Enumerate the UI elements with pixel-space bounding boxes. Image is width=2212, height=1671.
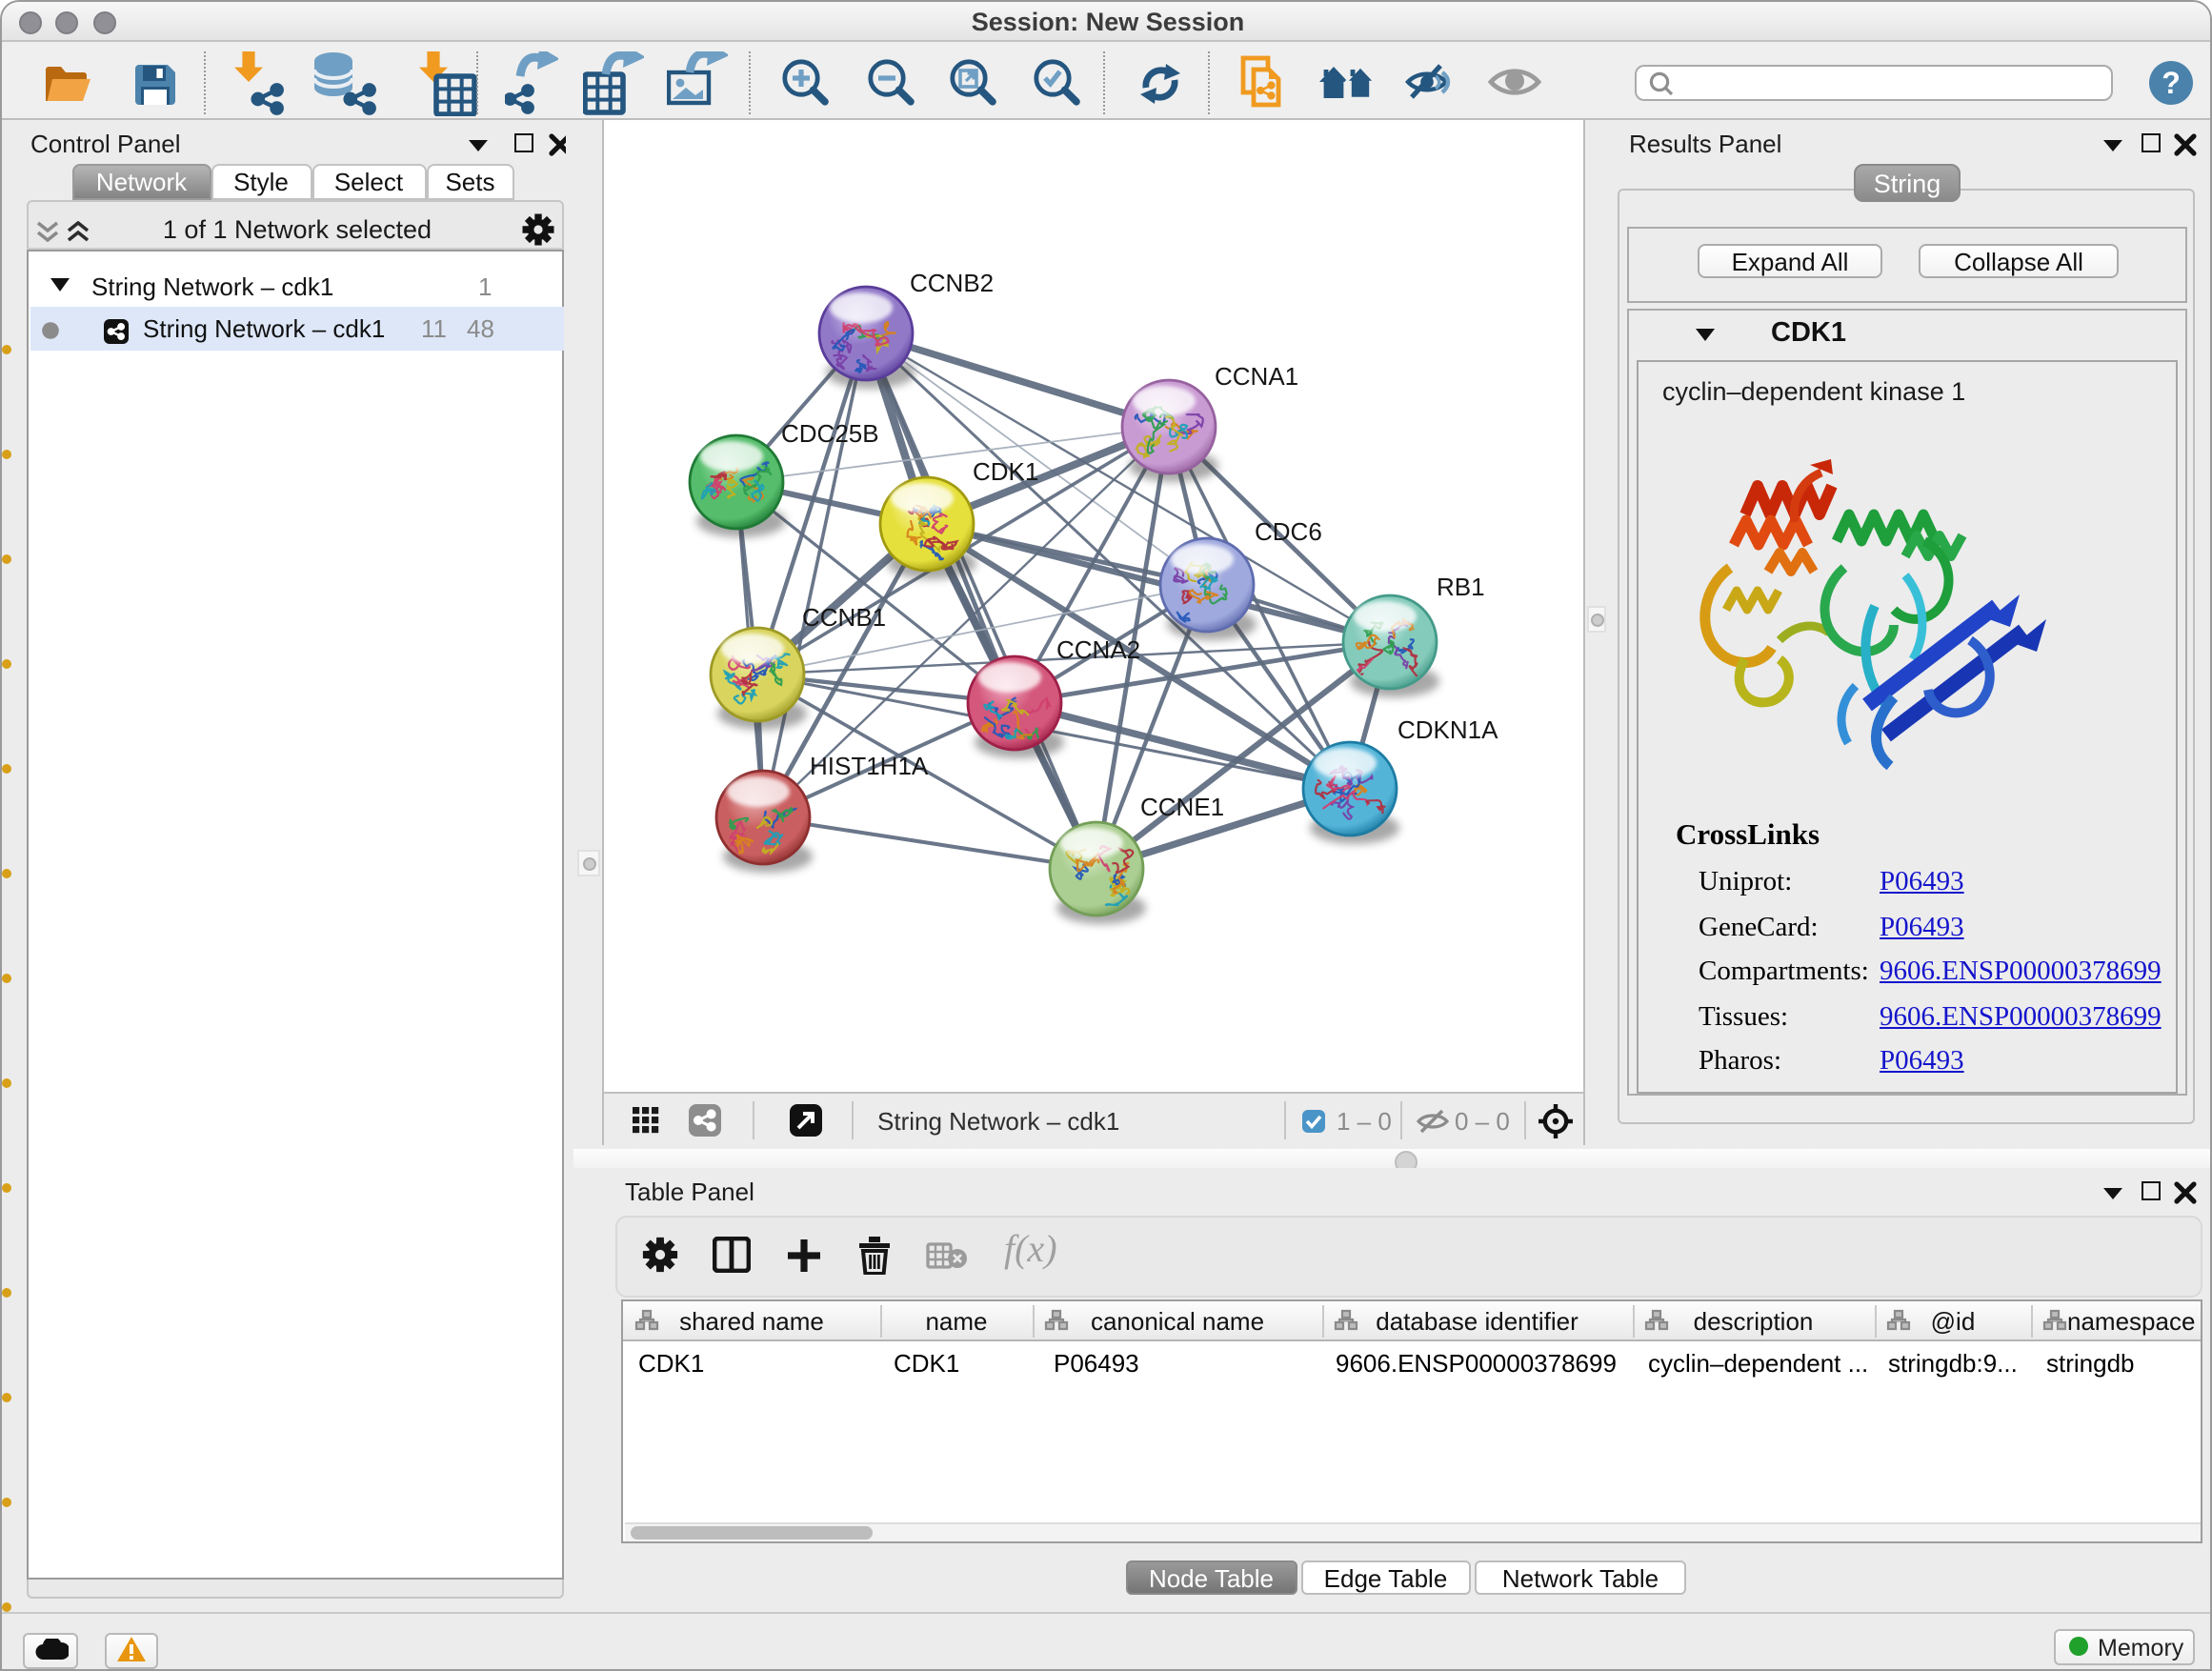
svg-text:CDK1: CDK1 — [972, 457, 1037, 486]
svg-text:HIST1H1A: HIST1H1A — [809, 752, 928, 780]
svg-text:CCNA1: CCNA1 — [1214, 362, 1297, 391]
svg-text:CCNE1: CCNE1 — [1139, 793, 1223, 821]
svg-text:?: ? — [2162, 66, 2181, 100]
svg-text:CDKN1A: CDKN1A — [1397, 715, 1498, 744]
svg-text:CCNB2: CCNB2 — [909, 269, 993, 297]
svg-text:CCNB1: CCNB1 — [801, 603, 885, 632]
svg-text:CDC25B: CDC25B — [780, 419, 878, 448]
svg-text:CDC6: CDC6 — [1254, 517, 1321, 546]
svg-text:CCNA2: CCNA2 — [1056, 635, 1139, 664]
svg-text:RB1: RB1 — [1436, 573, 1484, 601]
